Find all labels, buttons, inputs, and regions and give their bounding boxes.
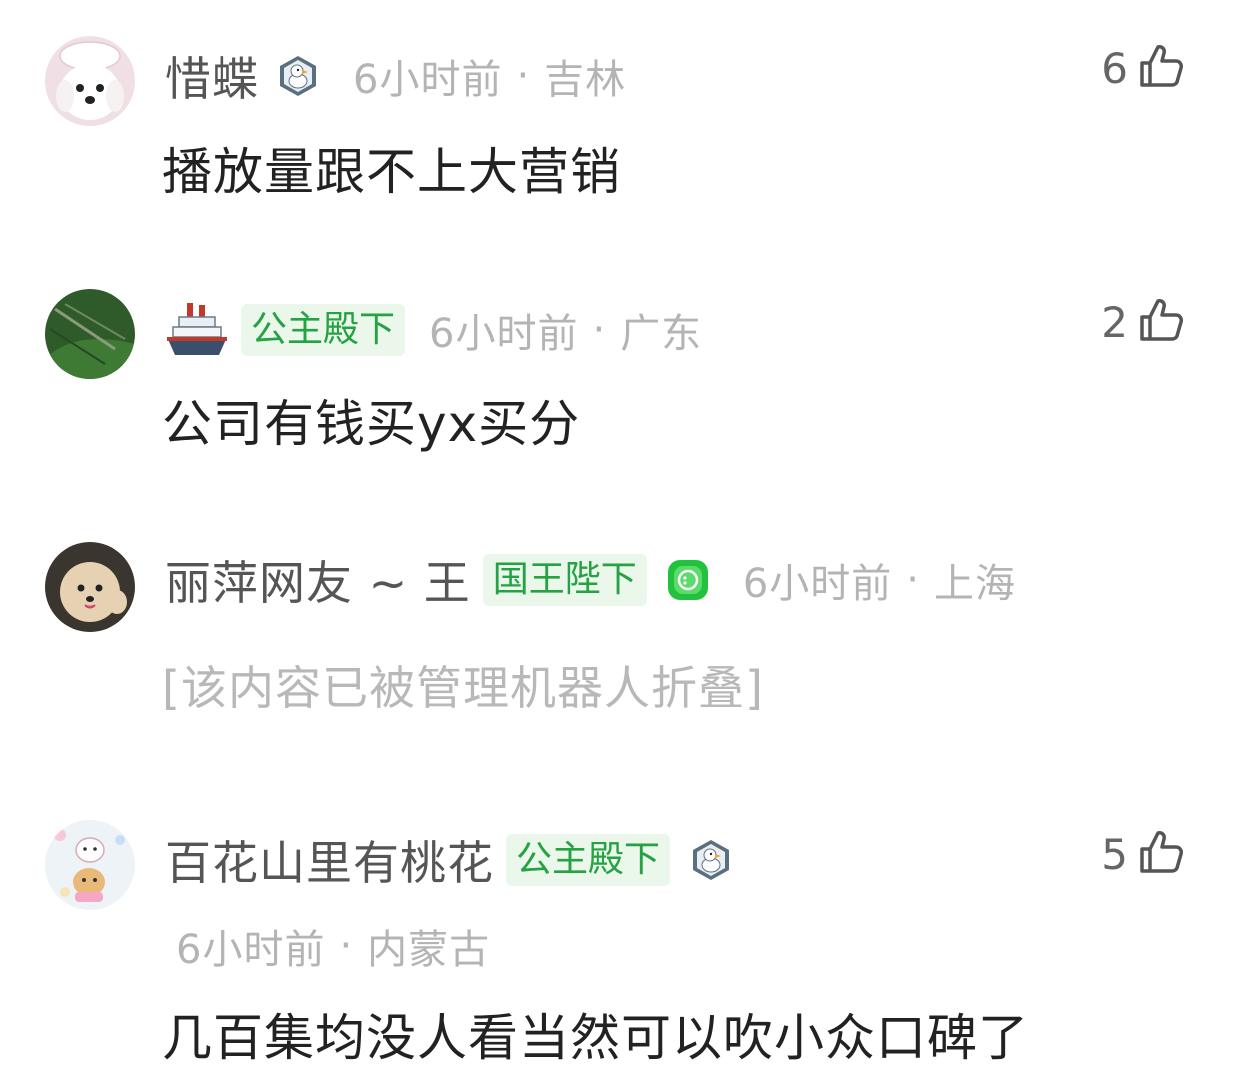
meta-separator: · xyxy=(516,53,531,99)
meta-separator: · xyxy=(906,557,920,603)
comment-item: 惜蝶 6小时前 · 吉林 6 播放量跟不上大营销 xyxy=(0,0,1236,260)
green-face-icon xyxy=(667,559,709,601)
username[interactable]: 惜蝶 xyxy=(165,43,259,109)
like-count: 2 xyxy=(1101,297,1128,347)
meta-separator: · xyxy=(339,923,354,969)
like-button[interactable]: 2 xyxy=(1101,292,1186,352)
ship-emoji-icon xyxy=(165,299,229,361)
thumbs-up-icon xyxy=(1136,41,1186,95)
thumbs-up-icon xyxy=(1136,295,1186,349)
status-badge: 国王陛下 xyxy=(482,554,647,606)
comment-header: 百花山里有桃花 公主殿下 xyxy=(165,830,732,890)
comment-text: 几百集均没人看当然可以吹小众口碑了 xyxy=(162,1009,1029,1067)
folded-comment-text: [该内容已被管理机器人折叠] xyxy=(162,661,764,715)
avatar[interactable] xyxy=(45,36,135,126)
meta-separator: · xyxy=(592,307,607,353)
comment-location: 上海 xyxy=(933,561,1016,607)
comment-time: 6小时前 xyxy=(353,57,503,103)
comment-item: 公主殿下 6小时前 · 广东 2 公司有钱买yx买分 xyxy=(0,260,1236,520)
username[interactable]: 丽萍网友 ~ 王 xyxy=(165,547,471,613)
comment-time: 6小时前 xyxy=(742,561,893,607)
comment-text: 播放量跟不上大营销 xyxy=(162,143,621,201)
like-button[interactable]: 5 xyxy=(1101,824,1186,884)
comment-location: 吉林 xyxy=(544,57,627,103)
comment-location: 广东 xyxy=(620,311,703,357)
comment-location: 内蒙古 xyxy=(367,927,491,973)
duck-level-icon xyxy=(277,54,319,98)
comment-header: 惜蝶 6小时前 · 吉林 xyxy=(165,46,626,106)
like-count: 6 xyxy=(1101,43,1128,93)
comment-item: 百花山里有桃花 公主殿下 5 6小时前 · 内蒙古 几百集均没人看当然可以吹小众… xyxy=(0,790,1236,1090)
avatar[interactable] xyxy=(45,542,135,632)
avatar[interactable] xyxy=(45,289,135,379)
like-count: 5 xyxy=(1101,829,1128,879)
status-badge: 公主殿下 xyxy=(241,304,406,356)
like-button[interactable]: 6 xyxy=(1101,38,1186,98)
duck-level-icon xyxy=(690,838,732,882)
username[interactable]: 百花山里有桃花 xyxy=(165,827,494,893)
thumbs-up-icon xyxy=(1136,827,1186,881)
comment-time: 6小时前 xyxy=(429,311,579,357)
comment-item: 丽萍网友 ~ 王 国王陛下 6小时前 · 上海 [该内容已被管理机器人折叠] xyxy=(0,520,1236,790)
comment-meta: 6小时前 · 内蒙古 xyxy=(176,916,490,976)
comment-header: 丽萍网友 ~ 王 国王陛下 6小时前 · 上海 xyxy=(165,550,1016,610)
comment-text: 公司有钱买yx买分 xyxy=(162,395,581,453)
avatar[interactable] xyxy=(45,820,135,910)
comment-time: 6小时前 xyxy=(176,927,326,973)
comment-header: 公主殿下 6小时前 · 广东 xyxy=(165,300,702,360)
status-badge: 公主殿下 xyxy=(506,834,671,886)
